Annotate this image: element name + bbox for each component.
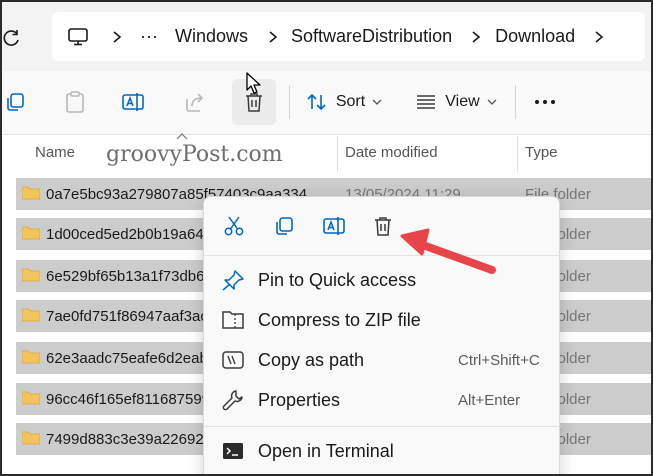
menu-divider: [204, 255, 561, 256]
copy-icon: [7, 93, 24, 111]
breadcrumb-more[interactable]: ···: [140, 12, 158, 61]
menu-item-label: Open in Terminal: [258, 441, 394, 461]
column-date-modified[interactable]: Date modified: [345, 144, 438, 161]
menu-item-label: Properties: [258, 390, 341, 410]
share-icon: [186, 93, 204, 112]
more-options-button[interactable]: [530, 79, 560, 125]
menu-item-pin-to-quick-access[interactable]: Pin to Quick access: [204, 260, 561, 300]
chevron-right-icon[interactable]: [267, 12, 279, 61]
column-headers: Name Date modified Type: [0, 133, 653, 172]
menu-item-copy-as-path[interactable]: Copy as path Ctrl+Shift+C: [204, 340, 561, 380]
file-name: 96cc46f165ef811687599: [46, 390, 211, 408]
command-bar: Sort View: [0, 71, 653, 135]
column-name[interactable]: Name: [35, 144, 75, 161]
toolbar-divider: [515, 85, 516, 119]
menu-item-properties[interactable]: Properties Alt+Enter: [204, 380, 561, 420]
folder-icon: [22, 391, 40, 405]
delete-button[interactable]: [368, 211, 398, 241]
folder-icon: [22, 186, 40, 200]
terminal-icon: [223, 443, 243, 459]
column-divider[interactable]: [517, 136, 518, 172]
cut-button[interactable]: [219, 211, 249, 241]
menu-item-label: Pin to Quick access: [258, 270, 417, 290]
refresh-icon[interactable]: [2, 28, 22, 48]
column-divider[interactable]: [337, 136, 338, 172]
chevron-down-icon: [487, 99, 497, 105]
sort-icon: [307, 93, 326, 111]
sort-label: Sort: [335, 93, 366, 110]
share-button[interactable]: [180, 79, 210, 125]
mouse-cursor-icon: [246, 72, 261, 94]
this-pc-icon[interactable]: [68, 12, 88, 61]
watermark: groovyPost.com: [106, 142, 283, 167]
copy-path-icon: [222, 351, 244, 369]
menu-item-shortcut: Ctrl+Shift+C: [458, 352, 540, 369]
breadcrumb-windows[interactable]: Windows: [175, 12, 248, 61]
rename-icon: [323, 217, 345, 235]
sort-button[interactable]: Sort: [304, 79, 384, 125]
copy-button[interactable]: [0, 79, 30, 125]
chevron-right-icon[interactable]: [470, 12, 482, 61]
file-name: 6e529bf65b13a1f73db6: [46, 267, 205, 285]
view-button[interactable]: View: [414, 79, 498, 125]
rename-icon: [122, 93, 144, 111]
menu-item-label: Compress to ZIP file: [258, 310, 421, 330]
annotation-arrow: [400, 228, 496, 274]
chevron-right-icon[interactable]: [593, 12, 605, 61]
more-dots-icon: [535, 100, 555, 104]
menu-item-shortcut: Alt+Enter: [458, 392, 521, 409]
menu-divider: [204, 426, 561, 427]
wrench-icon: [222, 390, 243, 411]
copy-icon: [276, 217, 293, 235]
toolbar-divider: [289, 85, 290, 119]
context-menu: Pin to Quick access Compress to ZIP file…: [203, 196, 561, 476]
breadcrumb-softwaredistribution[interactable]: SoftwareDistribution: [291, 12, 452, 61]
view-icon: [417, 95, 436, 109]
folder-icon: [22, 308, 40, 322]
rename-button[interactable]: [118, 79, 148, 125]
file-name: 1d00ced5ed2b0b19a64: [46, 225, 204, 243]
menu-item-label: Copy as path: [258, 350, 365, 370]
folder-icon: [22, 268, 40, 282]
trash-icon: [375, 217, 391, 236]
address-area: ··· Windows SoftwareDistribution Downloa…: [0, 0, 653, 71]
menu-item-compress-to-zip[interactable]: Compress to ZIP file: [204, 300, 561, 340]
file-name: 62e3aadc75eafe6d2eab: [46, 349, 208, 367]
folder-icon: [22, 226, 40, 240]
file-name: 7499d883c3e39a226928: [46, 430, 213, 448]
chevron-down-icon: [372, 99, 382, 105]
address-bar[interactable]: ··· Windows SoftwareDistribution Downloa…: [52, 12, 645, 61]
menu-item-open-in-terminal[interactable]: Open in Terminal: [204, 431, 561, 471]
breadcrumb-download[interactable]: Download: [495, 12, 575, 61]
sort-caret-icon: [176, 133, 188, 140]
folder-icon: [22, 350, 40, 364]
folder-icon: [22, 431, 40, 445]
context-menu-actions: [204, 197, 561, 255]
scissors-icon: [224, 216, 244, 236]
view-label: View: [445, 93, 480, 110]
rename-button[interactable]: [319, 211, 349, 241]
zip-icon: [222, 311, 244, 329]
paste-button[interactable]: [60, 79, 90, 125]
copy-button[interactable]: [269, 211, 299, 241]
chevron-right-icon[interactable]: [111, 12, 123, 61]
column-type[interactable]: Type: [525, 144, 558, 161]
file-name: 7ae0fd751f86947aaf3ac: [46, 307, 208, 325]
paste-icon: [66, 91, 84, 113]
pin-icon: [222, 270, 244, 291]
